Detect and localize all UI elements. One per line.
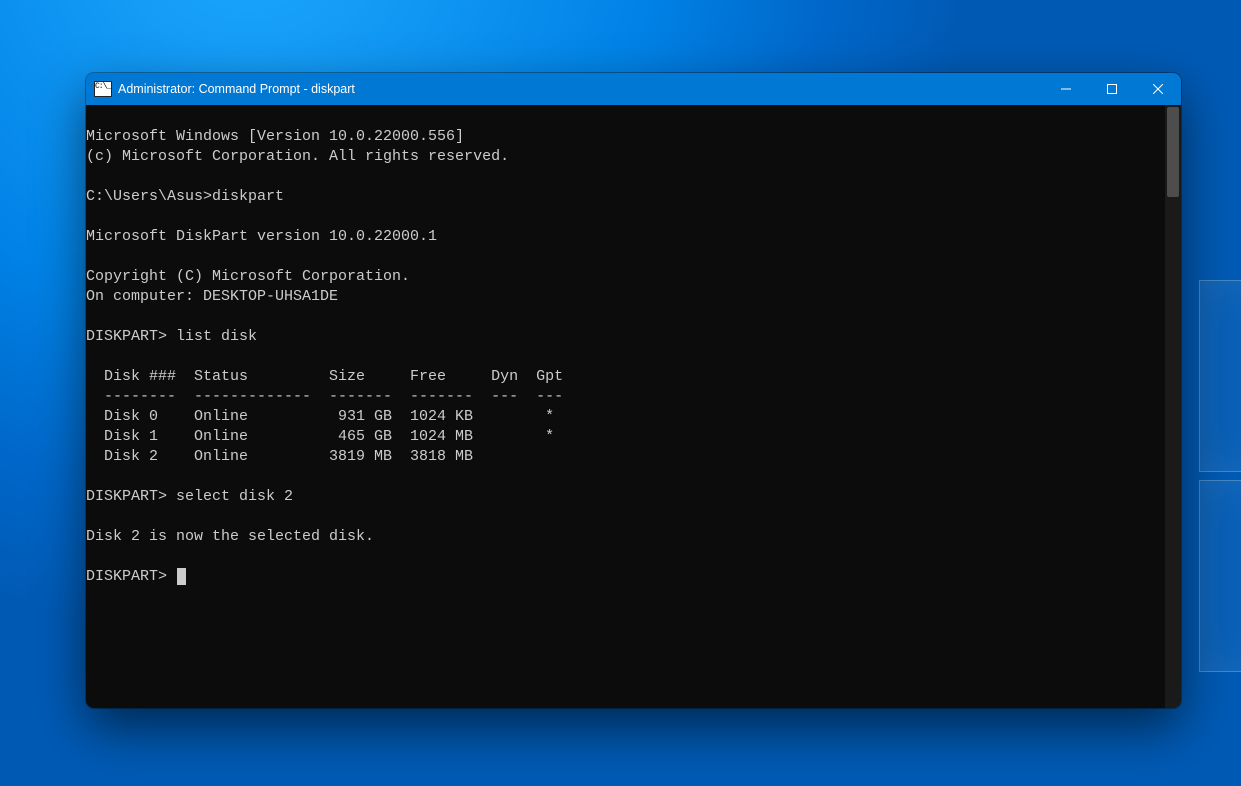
terminal-line: DISKPART> list disk [86, 328, 257, 345]
terminal-blank [86, 548, 95, 565]
disk-table-header: Disk ### Status Size Free Dyn Gpt [86, 368, 563, 385]
terminal-line: Microsoft DiskPart version 10.0.22000.1 [86, 228, 437, 245]
terminal-line: C:\Users\Asus>diskpart [86, 188, 284, 205]
maximize-button[interactable] [1089, 73, 1135, 105]
terminal-blank [86, 248, 95, 265]
terminal-line: On computer: DESKTOP-UHSA1DE [86, 288, 338, 305]
window-title: Administrator: Command Prompt - diskpart [118, 82, 355, 96]
terminal-blank [86, 208, 95, 225]
terminal-client-area[interactable]: Microsoft Windows [Version 10.0.22000.55… [86, 105, 1181, 708]
terminal-blank [86, 308, 95, 325]
scrollbar-thumb[interactable] [1167, 107, 1179, 197]
terminal-blank [86, 168, 95, 185]
terminal-line: (c) Microsoft Corporation. All rights re… [86, 148, 509, 165]
terminal-line: DISKPART> select disk 2 [86, 488, 293, 505]
minimize-button[interactable] [1043, 73, 1089, 105]
titlebar[interactable]: Administrator: Command Prompt - diskpart [86, 73, 1181, 105]
terminal-prompt[interactable]: DISKPART> [86, 568, 186, 585]
terminal-line: Microsoft Windows [Version 10.0.22000.55… [86, 128, 464, 145]
disk-table-row: Disk 2 Online 3819 MB 3818 MB [86, 448, 473, 465]
terminal-line: Disk 2 is now the selected disk. [86, 528, 374, 545]
wallpaper-shape [1199, 480, 1241, 672]
disk-table-row: Disk 0 Online 931 GB 1024 KB * [86, 408, 554, 425]
prompt-text: DISKPART> [86, 568, 176, 585]
vertical-scrollbar[interactable] [1165, 105, 1181, 708]
text-cursor [177, 568, 186, 585]
terminal-blank [86, 468, 95, 485]
close-button[interactable] [1135, 73, 1181, 105]
terminal-output[interactable]: Microsoft Windows [Version 10.0.22000.55… [86, 105, 1165, 708]
terminal-blank [86, 508, 95, 525]
cmd-icon [94, 81, 112, 97]
disk-table-divider: -------- ------------- ------- ------- -… [86, 388, 563, 405]
command-prompt-window: Administrator: Command Prompt - diskpart… [86, 73, 1181, 708]
terminal-line: Copyright (C) Microsoft Corporation. [86, 268, 410, 285]
wallpaper-shape [1199, 280, 1241, 472]
disk-table-row: Disk 1 Online 465 GB 1024 MB * [86, 428, 554, 445]
terminal-blank [86, 348, 95, 365]
